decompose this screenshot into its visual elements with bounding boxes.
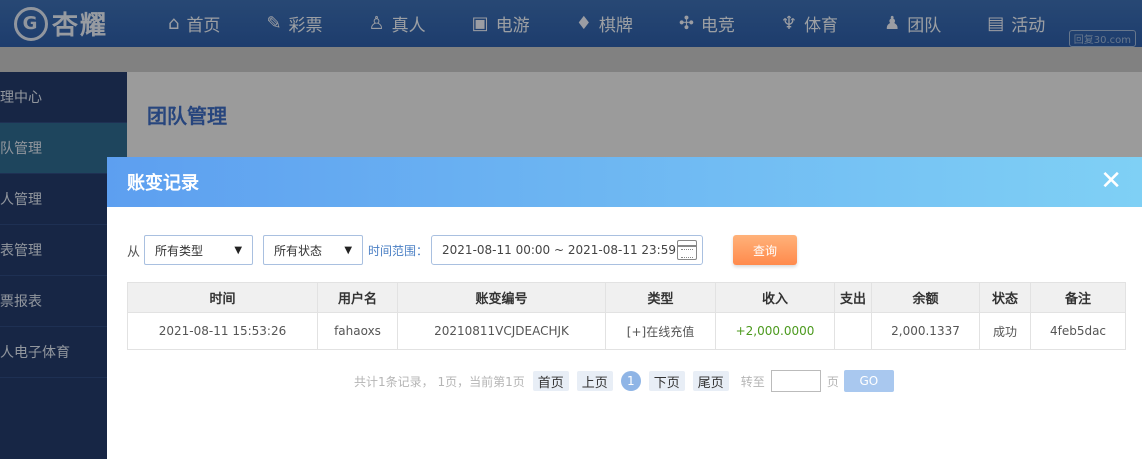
- goto-label: 转至: [740, 374, 765, 389]
- go-button[interactable]: GO: [843, 370, 894, 392]
- page-unit-label: 页: [826, 374, 839, 389]
- type-select-value: 所有类型: [155, 243, 204, 258]
- filter-bar: 从 所有类型 ▼ 所有状态 ▼ 时间范围： 2021-08-11 00:00 ~…: [127, 235, 798, 265]
- table-header-row: 时间 用户名 账变编号 类型 收入 支出 余额 状态 备注: [127, 282, 1126, 313]
- transaction-table: 时间 用户名 账变编号 类型 收入 支出 余额 状态 备注 2021-08-11…: [127, 282, 1126, 350]
- date-range-value: 2021-08-11 00:00 ~ 2021-08-11 23:59: [442, 243, 676, 257]
- col-header: 支出: [834, 282, 872, 313]
- cell-status: 成功: [979, 312, 1031, 350]
- cell-expense: [834, 312, 872, 350]
- col-header: 类型: [605, 282, 716, 313]
- col-header: 状态: [979, 282, 1031, 313]
- status-select-value: 所有状态: [274, 243, 323, 258]
- close-icon[interactable]: ✕: [1100, 168, 1122, 194]
- prev-page-button[interactable]: 上页: [576, 371, 613, 391]
- chevron-down-icon: ▼: [344, 244, 353, 256]
- date-range-input[interactable]: 2021-08-11 00:00 ~ 2021-08-11 23:59: [431, 235, 704, 265]
- cell-transaction-id: 20210811VCJDEACHJK: [397, 312, 606, 350]
- current-page-indicator[interactable]: 1: [620, 371, 641, 391]
- cell-note: 4feb5dac: [1030, 312, 1126, 350]
- col-header: 备注: [1030, 282, 1126, 313]
- col-header: 账变编号: [397, 282, 606, 313]
- col-header: 收入: [715, 282, 835, 313]
- table-row: 2021-08-11 15:53:26 fahaoxs 20210811VCJD…: [127, 312, 1126, 350]
- pagination: 共计1条记录， 1页，当前第1页 首页 上页 1 下页 尾页 转至 页 GO: [354, 370, 894, 392]
- cell-type: [+]在线充值: [605, 312, 716, 350]
- modal-header: 账变记录 ✕: [107, 157, 1142, 207]
- status-select[interactable]: 所有状态 ▼: [263, 235, 364, 265]
- type-select[interactable]: 所有类型 ▼: [144, 235, 254, 265]
- calendar-icon[interactable]: [677, 240, 698, 260]
- page-number-input[interactable]: [770, 370, 821, 392]
- query-button[interactable]: 查询: [733, 235, 798, 265]
- time-range-label: 时间范围：: [368, 243, 429, 258]
- cell-balance: 2,000.1337: [871, 312, 980, 350]
- col-header: 时间: [127, 282, 318, 313]
- first-page-button[interactable]: 首页: [532, 371, 569, 391]
- pagination-summary: 共计1条记录， 1页，当前第1页: [354, 374, 525, 389]
- modal-title: 账变记录: [127, 173, 199, 194]
- col-header: 余额: [871, 282, 980, 313]
- chevron-down-icon: ▼: [234, 244, 243, 256]
- cell-time: 2021-08-11 15:53:26: [127, 312, 318, 350]
- from-label: 从: [127, 244, 141, 260]
- last-page-button[interactable]: 尾页: [692, 371, 729, 391]
- next-page-button[interactable]: 下页: [648, 371, 685, 391]
- cell-income: +2,000.0000: [715, 312, 835, 350]
- transaction-records-modal: 账变记录 ✕ 从 所有类型 ▼ 所有状态 ▼ 时间范围： 2021-08-11 …: [107, 157, 1142, 459]
- col-header: 用户名: [317, 282, 398, 313]
- cell-username: fahaoxs: [317, 312, 398, 350]
